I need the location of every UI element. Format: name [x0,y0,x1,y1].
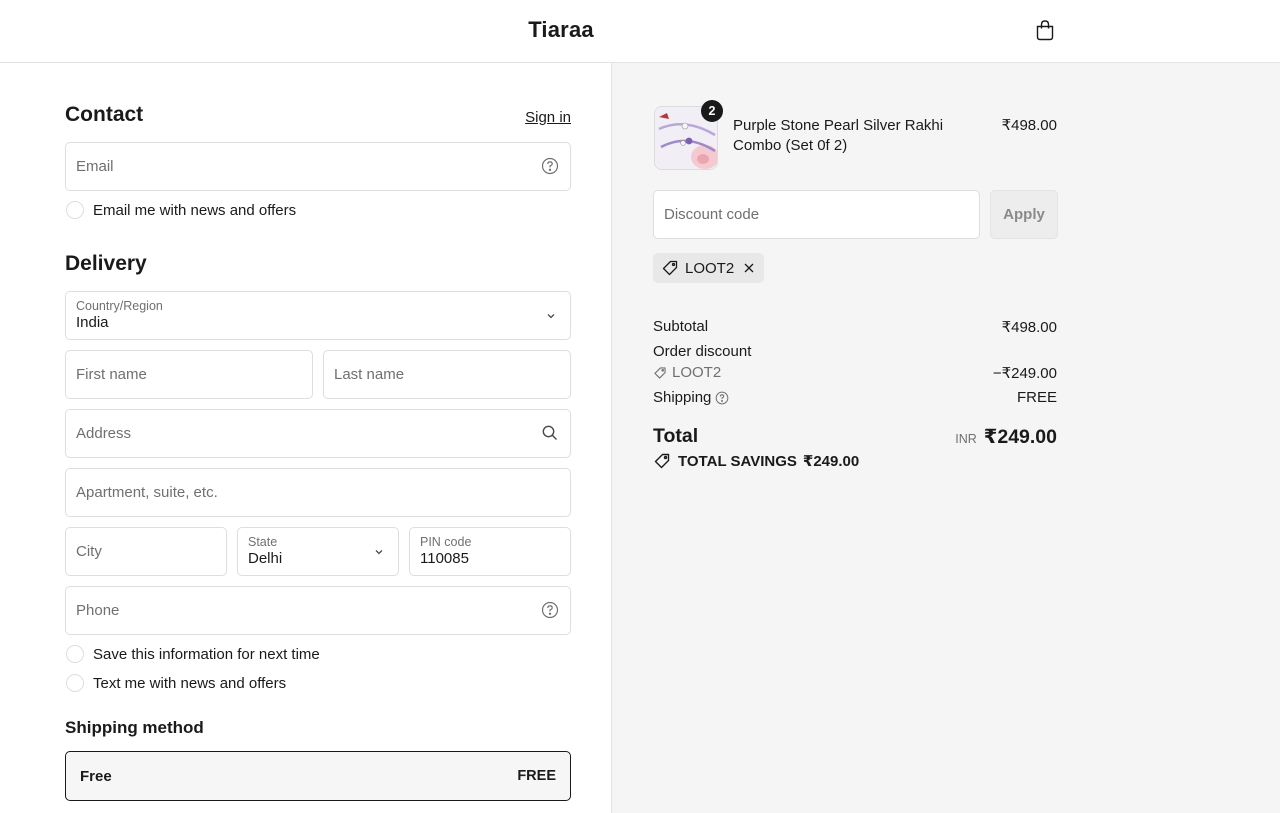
first-name-input[interactable] [76,351,302,398]
search-icon[interactable] [541,424,559,442]
save-info-label: Save this information for next time [93,645,320,663]
shopping-bag-icon[interactable] [1033,18,1057,42]
chevron-down-icon [547,314,555,319]
contact-heading: Contact [65,103,144,126]
address-input[interactable] [76,410,560,457]
checkbox[interactable] [66,674,84,692]
country-label: Country/Region [76,299,163,313]
email-input[interactable] [76,143,560,190]
shipping-option-price: FREE [517,768,556,784]
checkbox[interactable] [66,645,84,663]
checkbox[interactable] [66,201,84,219]
order-summary: 2 Purple Stone Pearl Silver Rakhi Combo … [611,63,1280,813]
shipping-option-name: Free [80,768,112,785]
text-news-checkbox[interactable]: Text me with news and offers [66,674,286,692]
product-price: ₹498.00 [1001,117,1057,134]
save-info-checkbox[interactable]: Save this information for next time [66,645,320,663]
help-circle-icon[interactable] [541,601,559,619]
subtotal-label: Subtotal [653,318,709,335]
total-currency: INR [955,432,977,446]
shipping-method-heading: Shipping method [65,718,204,737]
discount-value: −₹249.00 [992,365,1057,382]
close-icon[interactable] [743,262,755,274]
pin-code-field[interactable]: PIN code 110085 [409,527,571,576]
discount-code-input[interactable] [664,191,969,238]
tag-icon [662,260,678,276]
header: Tiaraa [0,0,1280,63]
sign-in-link[interactable]: Sign in [525,109,571,126]
discount-code-field[interactable] [653,190,980,239]
tag-icon [654,366,666,379]
apartment-field[interactable] [65,468,571,517]
pin-code-label: PIN code [420,535,472,549]
pin-code-value[interactable]: 110085 [420,550,469,567]
last-name-input[interactable] [334,351,560,398]
applied-discount-chip: LOOT2 [653,253,765,283]
email-news-label: Email me with news and offers [93,201,297,219]
shipping-value: FREE [1016,389,1057,406]
help-circle-icon[interactable] [715,391,729,405]
order-discount-label: Order discount [653,343,752,360]
shipping-option[interactable]: Free FREE [65,751,571,801]
total-label: Total [653,425,699,447]
savings-label: TOTAL SAVINGS [678,452,797,470]
tag-icon [654,453,670,469]
city-input[interactable] [76,528,216,575]
delivery-heading: Delivery [65,252,147,275]
total-savings: TOTAL SAVINGS ₹249.00 [653,452,859,470]
first-name-field[interactable] [65,350,313,399]
state-select[interactable]: State Delhi [237,527,399,576]
discount-code-row: LOOT2 [653,364,721,381]
city-field[interactable] [65,527,227,576]
apartment-input[interactable] [76,469,560,516]
quantity-badge: 2 [701,100,723,122]
phone-field[interactable] [65,586,571,635]
savings-value: ₹249.00 [802,453,860,470]
discount-code-name: LOOT2 [672,364,722,381]
shipping-label: Shipping [653,389,712,406]
address-field[interactable] [65,409,571,458]
total-amount: INR ₹249.00 [955,425,1057,449]
country-value: India [76,314,109,331]
last-name-field[interactable] [323,350,571,399]
product-name: Purple Stone Pearl Silver Rakhi Combo (S… [733,117,944,154]
text-news-label: Text me with news and offers [93,674,287,692]
help-circle-icon[interactable] [541,157,559,175]
applied-discount-code: LOOT2 [685,259,735,277]
checkout-form: Contact Sign in Email me with news and o… [0,63,611,813]
apply-button[interactable]: Apply [990,190,1058,239]
brand-logo[interactable]: Tiaraa [0,17,1122,43]
shipping-row: Shipping [653,389,729,406]
state-label: State [248,535,278,549]
chevron-down-icon [375,550,383,555]
phone-input[interactable] [76,587,560,634]
email-news-checkbox[interactable]: Email me with news and offers [66,201,296,219]
country-select[interactable]: Country/Region India [65,291,571,340]
state-value: Delhi [248,550,283,567]
total-value: ₹249.00 [983,426,1057,448]
email-field[interactable] [65,142,571,191]
subtotal-value: ₹498.00 [1001,319,1057,336]
